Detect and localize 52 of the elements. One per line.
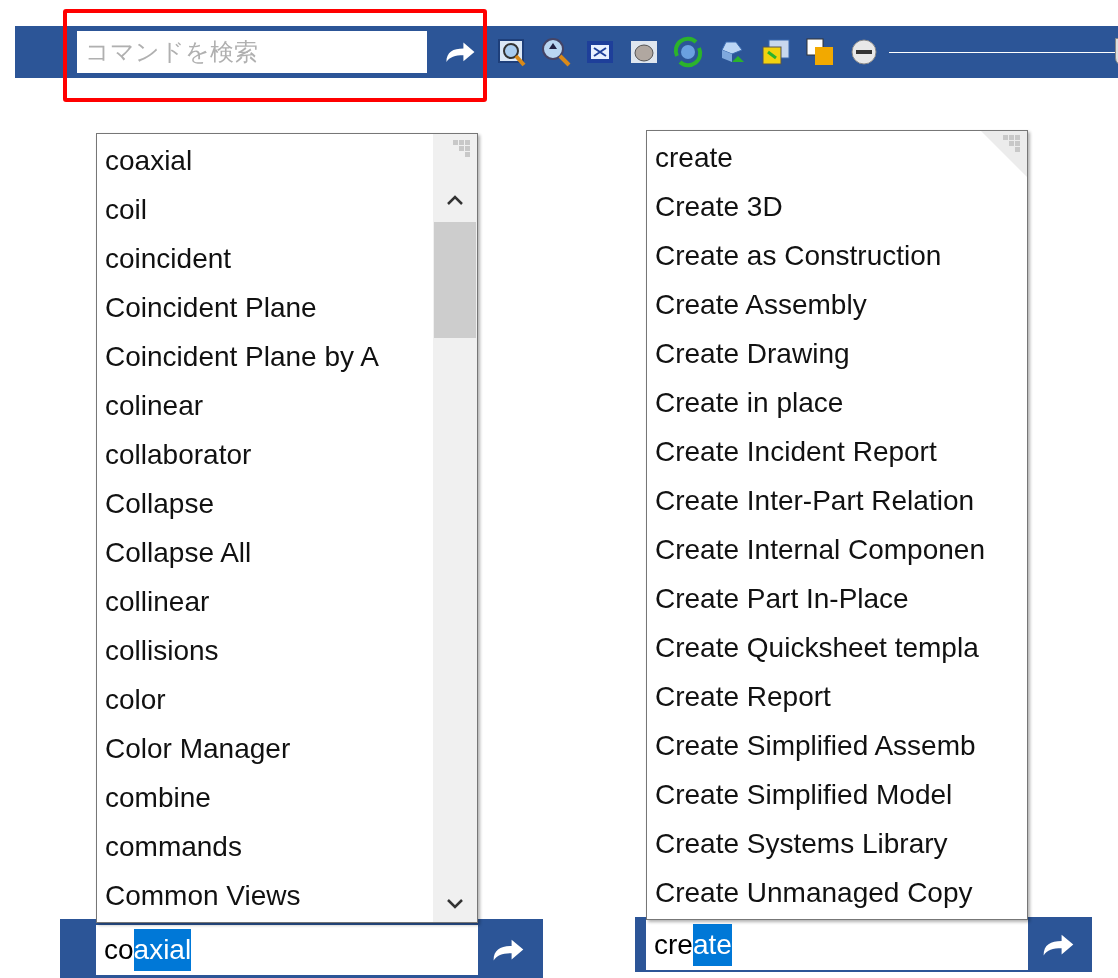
suggestion-item[interactable]: colinear <box>97 381 433 430</box>
resize-grip-icon <box>451 138 473 160</box>
scroll-up-icon[interactable] <box>446 194 464 206</box>
suggestion-item[interactable]: commands <box>97 822 433 871</box>
suggestion-item[interactable]: Create Incident Report <box>647 427 1027 476</box>
suggestion-item[interactable]: collaborator <box>97 430 433 479</box>
suggestion-item[interactable]: Create in place <box>647 378 1027 427</box>
suggestion-item[interactable]: combine <box>97 773 433 822</box>
suggestion-item[interactable]: Coincident Plane <box>97 283 433 332</box>
suggestion-item[interactable]: collisions <box>97 626 433 675</box>
suggestion-item[interactable]: coincident <box>97 234 433 283</box>
suggestion-item[interactable]: Create Simplified Model <box>647 770 1027 819</box>
typed-text: co <box>104 933 134 967</box>
suggestion-item[interactable]: Create as Construction <box>647 231 1027 280</box>
typed-text: cre <box>654 927 693 962</box>
command-search-field[interactable]: コマンドを検索 <box>77 31 427 73</box>
suggestion-item[interactable]: Create 3D <box>647 182 1027 231</box>
suggestion-item[interactable]: Color Manager <box>97 724 433 773</box>
suggestion-item[interactable]: Create Quicksheet templa <box>647 623 1027 672</box>
scrollbar[interactable] <box>433 134 477 922</box>
suggestion-item[interactable]: Create Simplified Assemb <box>647 721 1027 770</box>
suggestion-item[interactable]: Create Internal Componen <box>647 525 1027 574</box>
suggestion-item[interactable]: coil <box>97 185 433 234</box>
selected-completion: axial <box>133 929 192 971</box>
window-icon[interactable] <box>760 36 792 68</box>
suggestion-item[interactable]: Create Part In-Place <box>647 574 1027 623</box>
suggestion-item[interactable]: collinear <box>97 577 433 626</box>
selected-completion: ate <box>692 923 732 966</box>
rotate-icon[interactable] <box>672 36 704 68</box>
search-field[interactable]: create <box>646 919 1028 970</box>
suggestion-item[interactable]: color <box>97 675 433 724</box>
resize-grip-icon <box>981 131 1027 177</box>
suggestion-item[interactable]: Collapse All <box>97 528 433 577</box>
suggestion-item[interactable]: Create Assembly <box>647 280 1027 329</box>
search-field[interactable]: coaxial <box>96 925 478 975</box>
suggestion-item[interactable]: coaxial <box>97 136 433 185</box>
zoom-window-icon[interactable] <box>496 36 528 68</box>
minus-icon[interactable] <box>848 36 880 68</box>
suggestion-item[interactable]: create <box>647 133 981 182</box>
scrollbar-thumb[interactable] <box>434 222 476 338</box>
suggestion-item[interactable]: Create Drawing <box>647 329 1027 378</box>
suggestion-item[interactable]: Create Inter-Part Relation <box>647 476 1027 525</box>
arrow-icon <box>443 40 477 64</box>
suggestion-item[interactable]: Create Systems Library <box>647 819 1027 868</box>
suggestion-item[interactable]: Coincident Plane by A <box>97 332 433 381</box>
scroll-down-icon[interactable] <box>446 898 464 910</box>
suggestion-item[interactable]: Common Views <box>97 871 433 920</box>
suggestion-item[interactable]: Create Unmanaged Copy <box>647 868 1027 917</box>
suggestion-item[interactable]: Create Report <box>647 672 1027 721</box>
zoom-icon[interactable] <box>540 36 572 68</box>
suggestion-item[interactable]: Collapse <box>97 479 433 528</box>
overlap-squares-icon[interactable] <box>804 36 836 68</box>
